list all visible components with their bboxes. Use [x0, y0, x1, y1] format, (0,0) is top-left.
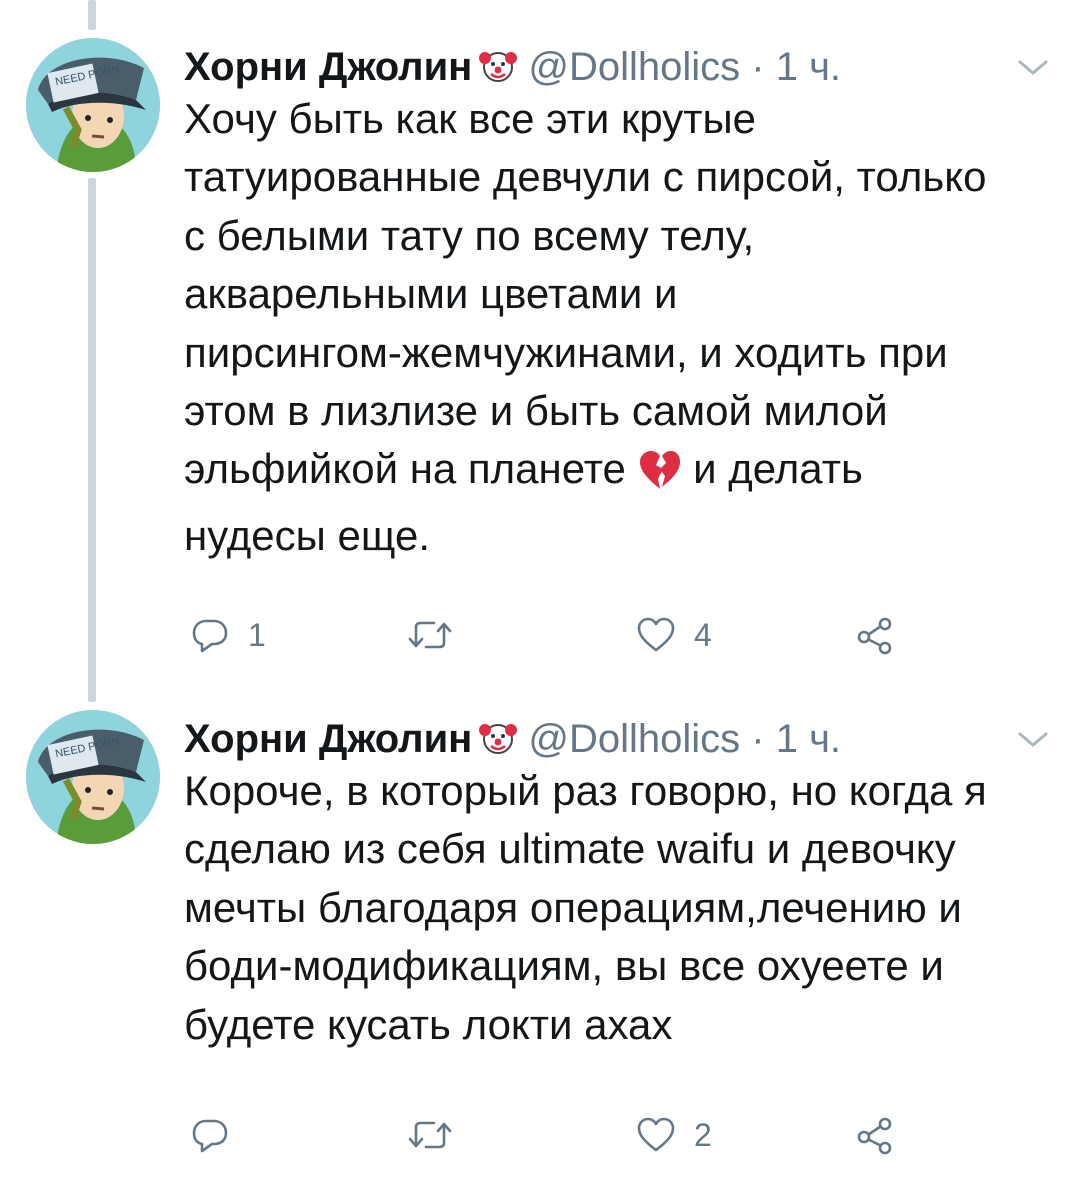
- separator-dot: ·: [751, 717, 765, 761]
- like-count: 2: [694, 1116, 712, 1153]
- text-line: боди-модификациям, вы все охуеете и: [184, 942, 944, 990]
- text-line: татуированные девчули с пирсой, только: [184, 153, 987, 201]
- reply-button[interactable]: [190, 1110, 248, 1160]
- broken-heart-icon: [638, 448, 682, 506]
- text-line: нудесы еще.: [184, 511, 430, 559]
- tweet-1[interactable]: NEED PORN Хорни Джолин @Dollholics · 1 ч…: [0, 0, 1080, 690]
- tweet-header: Хорни Джолин @Dollholics · 1 ч.: [184, 42, 841, 92]
- text-line: Хочу быть как все эти крутые: [184, 95, 757, 142]
- text-fragment: эльфийкой на планете: [184, 445, 626, 493]
- timestamp[interactable]: 1 ч.: [776, 45, 841, 89]
- avatar-image-icon: NEED PORN: [26, 38, 160, 172]
- retweet-button[interactable]: [408, 610, 470, 660]
- avatar[interactable]: NEED PORN: [26, 710, 160, 844]
- tweet-header: Хорни Джолин @Dollholics · 1 ч.: [184, 714, 841, 764]
- tweet-text: Хочу быть как все эти крутые татуированн…: [184, 90, 1064, 565]
- text-line: с белыми тату по всему телу,: [184, 211, 755, 259]
- separator-dot: ·: [751, 45, 765, 89]
- retweet-button[interactable]: [408, 1110, 470, 1160]
- text-line: будете кусать локти ахах: [184, 1000, 673, 1048]
- share-icon: [857, 617, 892, 655]
- reply-icon: [192, 1119, 228, 1153]
- text-line: мечты благодаря операциям,лечению и: [184, 883, 962, 931]
- share-button[interactable]: [855, 1110, 895, 1160]
- retweet-icon: [408, 1121, 452, 1149]
- share-icon: [857, 1117, 892, 1155]
- reply-icon: [192, 619, 228, 653]
- tweet-2[interactable]: NEED PORN Хорни Джолин @Dollholics · 1 ч…: [0, 690, 1080, 1183]
- like-button[interactable]: 2: [636, 1110, 712, 1160]
- author-handle[interactable]: @Dollholics: [528, 717, 740, 761]
- text-line: Короче, в который раз говорю, но когда я: [184, 767, 987, 814]
- text-line: сделаю из себя ultimate waifu и девочку: [184, 825, 956, 873]
- avatar-image-icon: NEED PORN: [26, 710, 160, 844]
- reply-count: 1: [248, 616, 266, 653]
- tweet-text: Короче, в который раз говорю, но когда я…: [184, 762, 1064, 1054]
- retweet-icon: [408, 621, 452, 649]
- reply-button[interactable]: 1: [190, 610, 266, 660]
- tweet-actions: 1 4: [0, 610, 1080, 660]
- heart-icon: [637, 1117, 675, 1152]
- text-line: пирсингом-жемчужинами, и ходить при: [184, 328, 948, 376]
- text-line: эльфийкой на планете и делать: [184, 440, 1064, 506]
- author-handle[interactable]: @Dollholics: [528, 45, 740, 89]
- author-name[interactable]: Хорни Джолин: [184, 45, 472, 89]
- like-button[interactable]: 4: [636, 610, 712, 660]
- text-line: акварельными цветами и: [184, 270, 678, 318]
- like-count: 4: [694, 616, 712, 653]
- author-name[interactable]: Хорни Джолин: [184, 717, 472, 761]
- share-button[interactable]: [855, 610, 895, 660]
- chevron-down-icon[interactable]: [1016, 58, 1050, 78]
- timestamp[interactable]: 1 ч.: [776, 717, 841, 761]
- text-line: этом в лизлизе и быть самой милой: [184, 387, 888, 435]
- avatar[interactable]: NEED PORN: [26, 38, 160, 172]
- text-fragment: и делать: [693, 445, 863, 493]
- chevron-down-icon[interactable]: [1016, 730, 1050, 750]
- heart-icon: [637, 617, 675, 652]
- tweet-actions: 2: [0, 1110, 1080, 1160]
